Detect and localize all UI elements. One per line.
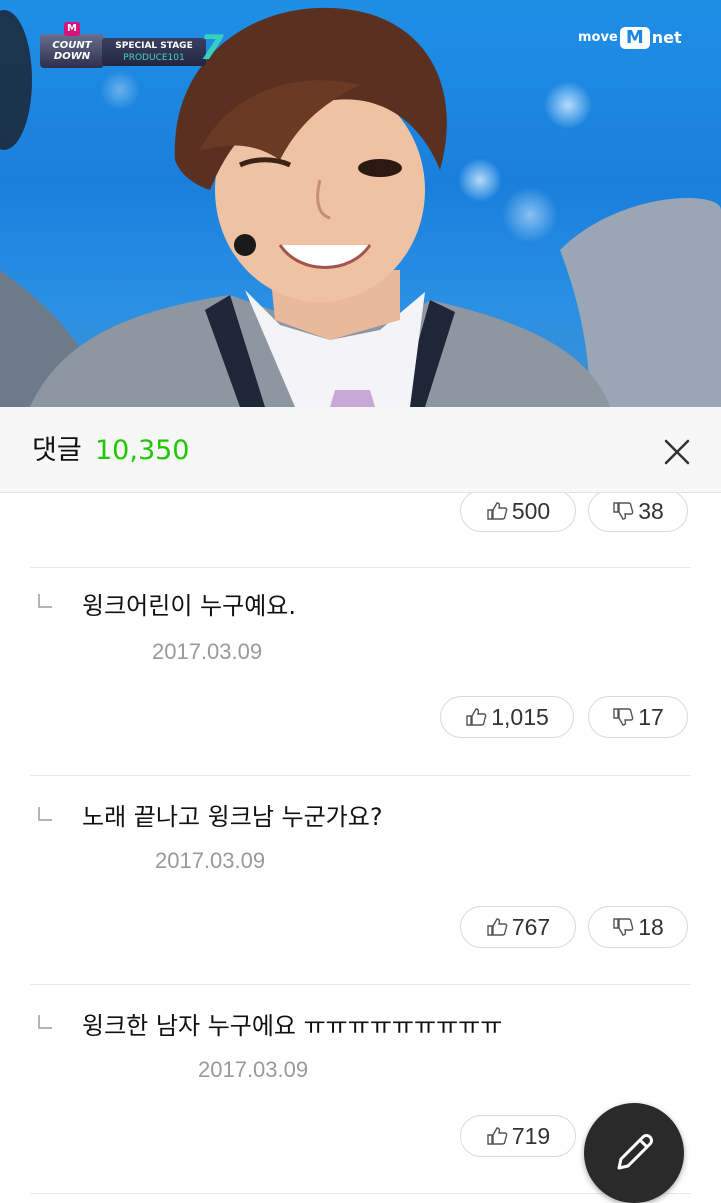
reply-indicator-icon xyxy=(38,1015,52,1029)
like-count: 767 xyxy=(511,914,551,940)
comment-list[interactable]: 500 38 윙크어린이 누구예요. 2017.03.09 1,015 17 노… xyxy=(0,493,721,1199)
comment-text: 윙크어린이 누구예요. xyxy=(82,592,296,620)
comment-divider xyxy=(30,567,691,568)
pencil-icon xyxy=(617,1134,653,1170)
thumbs-down-icon xyxy=(613,918,634,936)
comments-header: 댓글 10,350 xyxy=(0,407,721,493)
comment-text: 노래 끝나고 윙크남 누군가요? xyxy=(82,803,383,831)
like-button[interactable]: 767 xyxy=(460,906,576,948)
comment-date: 2017.03.09 xyxy=(155,848,266,873)
comment-date: 2017.03.09 xyxy=(198,1057,309,1082)
logo-down-text: DOWN xyxy=(53,51,91,62)
logo-m-badge: M xyxy=(64,22,80,36)
logo-count-text: COUNT xyxy=(52,40,92,51)
dislike-count: 17 xyxy=(638,704,664,730)
video-player[interactable]: COUNT DOWN M SPECIAL STAGE PRODUCE101 7 … xyxy=(0,0,721,407)
dislike-count: 18 xyxy=(638,914,664,940)
countdown-badge: COUNT DOWN xyxy=(40,34,104,68)
mcountdown-logo: COUNT DOWN M SPECIAL STAGE PRODUCE101 7 xyxy=(40,22,224,74)
thumbs-up-icon xyxy=(487,918,508,936)
dislike-button[interactable]: 18 xyxy=(588,906,688,948)
like-button[interactable]: 719 xyxy=(460,1115,576,1157)
like-count: 500 xyxy=(511,498,551,524)
logo-move-text: move xyxy=(578,30,618,45)
dislike-button[interactable]: 38 xyxy=(588,493,688,532)
like-count: 719 xyxy=(511,1123,551,1149)
like-count: 1,015 xyxy=(491,704,549,730)
dislike-count: 38 xyxy=(638,498,664,524)
thumbs-down-icon xyxy=(613,502,634,520)
movie-mnet-logo: move Mnet xyxy=(578,26,682,50)
comment-divider xyxy=(30,984,691,985)
special-stage-text: SPECIAL STAGE xyxy=(115,41,193,51)
write-comment-button[interactable] xyxy=(584,1103,684,1203)
dislike-button[interactable]: 17 xyxy=(588,696,688,738)
reply-indicator-icon xyxy=(38,594,52,608)
like-button[interactable]: 1,015 xyxy=(440,696,574,738)
comments-title: 댓글 xyxy=(32,435,82,466)
comment-text: 윙크한 남자 누구에요 ㅠㅠㅠㅠㅠㅠㅠㅠㅠ xyxy=(82,1012,503,1040)
reply-indicator-icon xyxy=(38,807,52,821)
comment-divider xyxy=(30,1193,691,1194)
thumbs-down-icon xyxy=(613,708,634,726)
close-button[interactable] xyxy=(658,433,696,471)
thumbs-up-icon xyxy=(487,502,508,520)
like-button[interactable]: 500 xyxy=(460,493,576,532)
seven-mark: 7 xyxy=(200,28,224,68)
close-icon xyxy=(664,439,690,465)
special-stage-badge: SPECIAL STAGE PRODUCE101 xyxy=(102,38,206,66)
logo-net-text: net xyxy=(651,28,682,47)
comment-date: 2017.03.09 xyxy=(152,639,263,664)
produce101-text: PRODUCE101 xyxy=(123,53,185,63)
thumbs-up-icon xyxy=(466,708,487,726)
thumbs-up-icon xyxy=(487,1127,508,1145)
logo-m-box: M xyxy=(619,27,650,49)
comments-count: 10,350 xyxy=(95,435,190,466)
comment-divider xyxy=(30,775,691,776)
